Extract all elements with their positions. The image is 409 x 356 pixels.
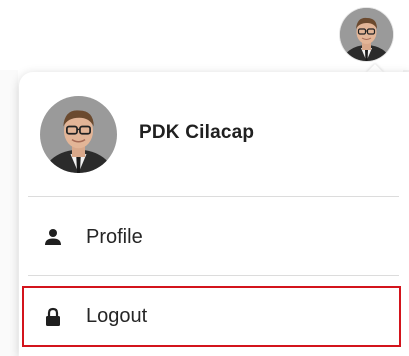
avatar-photo-icon	[340, 8, 393, 61]
background-panel	[0, 70, 18, 356]
menu-item-label: Profile	[86, 225, 143, 248]
user-avatar-button[interactable]	[340, 8, 393, 61]
menu-item-profile[interactable]: Profile	[24, 209, 397, 265]
divider	[28, 196, 399, 197]
menu-item-label: Logout	[86, 305, 148, 327]
user-name: PDK Cilacap	[139, 122, 255, 143]
person-icon	[42, 226, 64, 248]
user-header: PDK Cilacap	[19, 72, 409, 196]
user-dropdown-menu: PDK Cilacap Profile Logout	[19, 72, 409, 356]
divider	[28, 275, 399, 276]
avatar-photo-icon	[40, 96, 117, 173]
lock-icon	[42, 306, 64, 328]
page: PDK Cilacap Profile Logout	[0, 0, 409, 356]
menu-item-logout[interactable]: Logout	[22, 286, 401, 347]
user-avatar	[40, 96, 117, 173]
